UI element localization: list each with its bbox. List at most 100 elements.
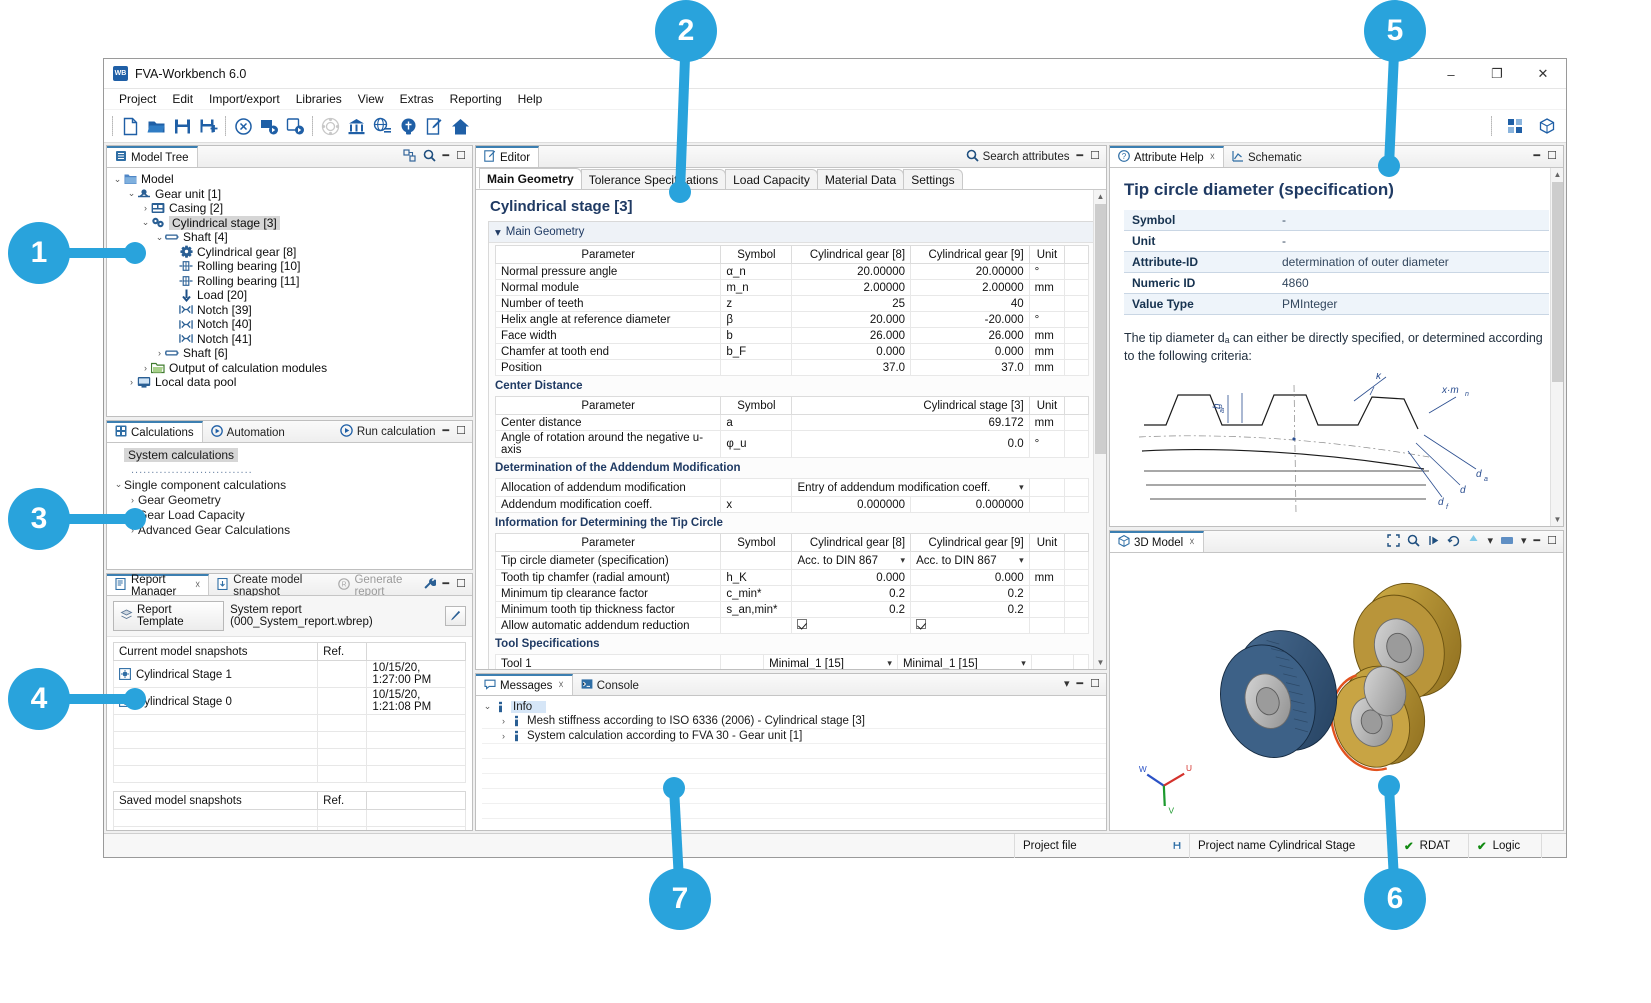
table-row-empty[interactable]	[114, 732, 466, 749]
tab-settings[interactable]: Settings	[903, 169, 962, 189]
editor-scrollbar[interactable]: ▲ ▼	[1093, 190, 1106, 669]
message-row[interactable]: ›Mesh stiffness according to ISO 6336 (2…	[482, 714, 1106, 729]
close-icon[interactable]: ☓	[1210, 152, 1215, 163]
value-cell-gear8[interactable]: 37.0	[792, 360, 911, 376]
menu-libraries[interactable]: Libraries	[288, 90, 350, 108]
value-cell-gear9[interactable]: 0.2	[911, 586, 1030, 602]
tree-node[interactable]: ›Notch [39]	[112, 303, 472, 318]
saved-snapshots-table[interactable]: Saved model snapshotsRef.	[113, 791, 466, 830]
column-header[interactable]: Ref.	[318, 643, 367, 661]
close-icon[interactable]: ☓	[195, 580, 200, 591]
column-header[interactable]: Cylindrical gear [9]	[911, 534, 1030, 552]
current-snapshots-table[interactable]: Current model snapshotsRef.Cylindrical S…	[113, 642, 466, 783]
value-cell-gear9[interactable]: 0.2	[911, 602, 1030, 618]
calc-item-gear-geometry[interactable]: › Gear Geometry	[113, 492, 472, 507]
table-row-empty[interactable]	[114, 827, 466, 831]
value-cell-gear9[interactable]: 37.0	[911, 360, 1030, 376]
minimize-icon[interactable]: ━	[443, 579, 450, 590]
cube-icon[interactable]	[1534, 113, 1560, 139]
column-header[interactable]: Parameter	[496, 246, 721, 264]
close-icon[interactable]: ☓	[1189, 537, 1194, 548]
table-row[interactable]: Allocation of addendum modificationEntry…	[496, 479, 1089, 497]
value-cell-gear8[interactable]	[792, 618, 911, 634]
tab-messages[interactable]: Messages ☓	[476, 674, 573, 695]
maximize-icon[interactable]: ☐	[456, 579, 466, 590]
value-cell[interactable]: 0.0	[792, 431, 1029, 458]
scroll-down-icon[interactable]: ▼	[1551, 513, 1563, 526]
table-row[interactable]: Minimum tooth tip thickness factors_an,m…	[496, 602, 1089, 618]
scroll-up-icon[interactable]: ▲	[1094, 190, 1106, 203]
value-cell[interactable]: 69.172	[792, 415, 1029, 431]
column-header[interactable]: Symbol	[721, 397, 792, 415]
tip-circle-table[interactable]: ParameterSymbolCylindrical gear [8]Cylin…	[495, 533, 1089, 634]
run-report-icon[interactable]	[282, 113, 308, 139]
open-folder-icon[interactable]	[143, 113, 169, 139]
value-cell-gear9[interactable]: 20.00000	[911, 264, 1030, 280]
menu-import-export[interactable]: Import/export	[201, 90, 288, 108]
column-header[interactable]: Symbol	[721, 246, 792, 264]
close-calculation-icon[interactable]	[230, 113, 256, 139]
dropdown[interactable]: Minimal_1 [15]▾	[769, 656, 892, 669]
tree-node[interactable]: ⌄Model	[112, 172, 472, 187]
value-cell-gear8[interactable]: 20.000	[792, 312, 911, 328]
value-cell-gear9[interactable]: Minimal_1 [15]▾	[897, 655, 1031, 670]
table-row[interactable]: Tool 1Minimal_1 [15]▾Minimal_1 [15]▾	[496, 655, 1089, 670]
twisty-expanded-icon[interactable]: ⌄	[154, 232, 165, 243]
minimize-icon[interactable]: ━	[1534, 536, 1541, 547]
dropdown[interactable]: Minimal_1 [15]▾	[903, 656, 1026, 669]
save-icon[interactable]	[169, 113, 195, 139]
table-row[interactable]: Angle of rotation around the negative u-…	[496, 431, 1089, 458]
column-header[interactable]: Symbol	[721, 534, 792, 552]
tree-node[interactable]: ›Local data pool	[112, 375, 472, 390]
column-header[interactable]: Parameter	[496, 397, 721, 415]
table-row[interactable]: Normal modulem_n2.000002.00000mm	[496, 280, 1089, 296]
menu-reporting[interactable]: Reporting	[442, 90, 510, 108]
value-cell-gear9[interactable]: Acc. to DIN 867▾	[911, 552, 1030, 570]
tree-node[interactable]: ›Notch [40]	[112, 317, 472, 332]
calc-item-advanced-gear-calculations[interactable]: › Advanced Gear Calculations	[113, 522, 472, 537]
color-picker-icon[interactable]	[1467, 534, 1480, 550]
value-cell-gear8[interactable]: Minimal_1 [15]▾	[764, 655, 898, 670]
value-cell-gear8[interactable]: 0.2	[792, 586, 911, 602]
twisty-expanded-icon[interactable]: ⌄	[482, 701, 493, 712]
maximize-icon[interactable]: ☐	[1090, 151, 1100, 162]
column-header[interactable]: Saved model snapshots	[114, 792, 318, 810]
twisty-collapsed-icon[interactable]: ›	[498, 716, 509, 726]
close-icon[interactable]: ☓	[558, 680, 563, 691]
checkbox-gear8[interactable]	[797, 619, 807, 629]
run-batch-icon[interactable]	[256, 113, 282, 139]
table-row[interactable]: Minimum tip clearance factorc_min*0.20.2	[496, 586, 1089, 602]
tree-node[interactable]: ›Rolling bearing [10]	[112, 259, 472, 274]
dropdown[interactable]: Acc. to DIN 867▾	[916, 553, 1024, 568]
rotate-right-icon[interactable]	[1447, 534, 1460, 550]
table-row[interactable]: Tip circle diameter (specification)Acc. …	[496, 552, 1089, 570]
minimize-icon[interactable]: ━	[1077, 679, 1084, 690]
value-cell-gear8[interactable]: Acc. to DIN 867▾	[792, 552, 911, 570]
main-geometry-table[interactable]: ParameterSymbolCylindrical gear [8]Cylin…	[495, 245, 1089, 376]
value-cell-gear9[interactable]: 26.000	[911, 328, 1030, 344]
system-calculations-item[interactable]: › System calculations	[113, 447, 472, 462]
value-cell-gear8[interactable]: 20.00000	[792, 264, 911, 280]
value-cell-gear9[interactable]: 40	[911, 296, 1030, 312]
table-row-empty[interactable]	[114, 715, 466, 732]
menu-help[interactable]: Help	[510, 90, 551, 108]
tab-3d-model[interactable]: 3D Model ☓	[1110, 531, 1204, 552]
maximize-icon[interactable]: ☐	[1547, 536, 1557, 547]
idea-icon[interactable]	[395, 113, 421, 139]
table-row-empty[interactable]	[114, 749, 466, 766]
dropdown[interactable]: Entry of addendum modification coeff.▾	[797, 480, 1023, 495]
pencil-icon[interactable]	[445, 606, 466, 626]
twisty-expanded-icon[interactable]: ⌄	[126, 188, 137, 199]
create-model-snapshot-button[interactable]: Create model snapshot	[209, 574, 330, 595]
twisty-expanded-icon[interactable]: ⌄	[140, 217, 151, 228]
message-row[interactable]: ›System calculation according to FVA 30 …	[482, 729, 1106, 744]
column-header[interactable]: Unit	[1029, 246, 1065, 264]
twisty-collapsed-icon[interactable]: ›	[154, 348, 165, 358]
value-cell-gear8[interactable]: 0.000	[792, 344, 911, 360]
tree-node[interactable]: ⌄Shaft [4]	[112, 230, 472, 245]
messages-tree[interactable]: ⌄Info›Mesh stiffness according to ISO 63…	[476, 696, 1106, 830]
calc-item-gear-load-capacity[interactable]: › Gear Load Capacity	[113, 507, 472, 522]
value-cell-gear9[interactable]: 0.000000	[911, 497, 1030, 513]
column-header[interactable]: Current model snapshots	[114, 643, 318, 661]
search-attributes-button[interactable]: Search attributes	[966, 149, 1070, 165]
